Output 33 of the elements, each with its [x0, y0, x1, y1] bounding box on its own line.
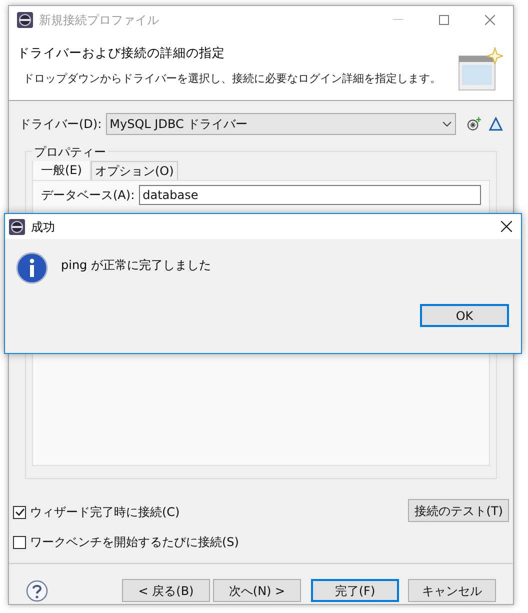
info-icon: [16, 252, 48, 284]
field-label: データベース(A):: [41, 187, 135, 204]
checkbox-label: ワークベンチを開始するたびに接続(S): [30, 534, 239, 551]
close-icon: [500, 221, 512, 232]
group-title: プロパティー: [32, 143, 108, 161]
test-connection-button[interactable]: 接続のテスト(T): [408, 499, 509, 522]
checkbox-label: ウィザード完了時に接続(C): [30, 504, 180, 521]
help-icon[interactable]: [26, 580, 48, 602]
checkbox[interactable]: [13, 536, 26, 548]
app-icon: [9, 218, 25, 234]
checkbox[interactable]: [13, 506, 26, 518]
dialog-message: ping が正常に完了しました: [61, 257, 211, 274]
checkmark-icon: [14, 507, 24, 517]
header-description: ドロップダウンからドライバーを選択し、接続に必要なログイン詳細を指定します。: [23, 70, 442, 87]
tab[interactable]: オプション(O): [90, 161, 178, 180]
wizard-button[interactable]: 完了(F): [311, 579, 399, 602]
wizard-button[interactable]: < 戻る(B): [122, 579, 210, 602]
header-title: ドライバーおよび接続の詳細の指定: [17, 44, 226, 62]
new-driver-icon[interactable]: [466, 116, 482, 132]
input-field[interactable]: database: [138, 185, 481, 205]
app-icon: [17, 12, 33, 28]
driver-dropdown[interactable]: MySQL JDBC ドライバー: [106, 113, 456, 135]
wizard-button[interactable]: キャンセル: [408, 579, 496, 602]
chevron-down-icon: [442, 121, 452, 127]
dialog-title: 成功: [31, 218, 55, 236]
ok-button[interactable]: OK: [420, 304, 509, 327]
driver-label: ドライバー(D):: [19, 116, 102, 133]
wizard-button[interactable]: 次へ(N) >: [213, 579, 301, 602]
maximize-icon: [439, 15, 449, 25]
window-title: 新規接続プロファイル: [39, 12, 159, 29]
close-icon: [485, 15, 495, 25]
minimize-icon: [393, 19, 403, 21]
triangle-icon[interactable]: [489, 117, 504, 131]
